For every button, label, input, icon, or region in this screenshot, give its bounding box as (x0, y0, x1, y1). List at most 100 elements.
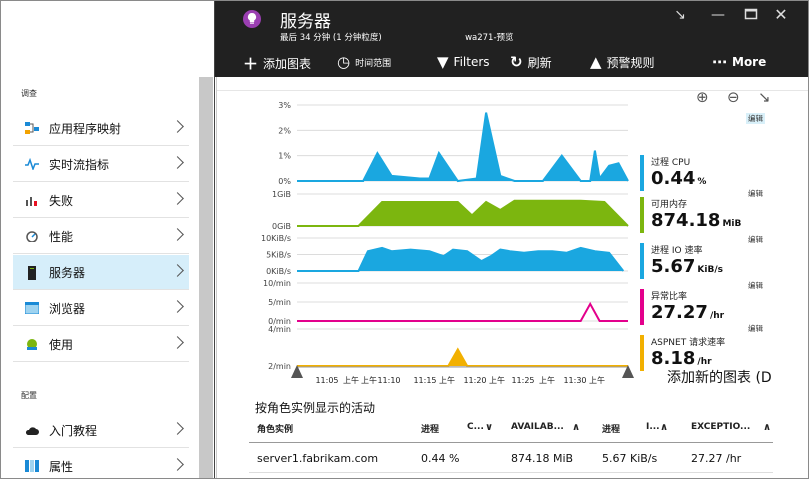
cell-exceptions: 27.27 /hr (691, 452, 742, 465)
x-tick-label: 11:05 (315, 376, 338, 385)
performance-icon (25, 230, 39, 243)
edit-link[interactable]: 编辑 (748, 280, 763, 291)
pin-icon[interactable]: ↘ (672, 7, 688, 23)
chevron-right-icon (173, 264, 183, 278)
sidebar-item-properties[interactable]: 属性 (13, 449, 189, 478)
tile-io-value-row: 5.67 KiB/s (651, 256, 723, 277)
sidebar-item-getting-started[interactable]: 入门教程 (13, 413, 189, 448)
chevron-right-icon (173, 422, 183, 436)
chevron-right-icon (173, 228, 183, 242)
clock-icon: ◷ (337, 53, 351, 71)
failures-icon (25, 194, 39, 206)
tile-memory-value: 874.18 (651, 210, 721, 231)
refresh-button[interactable]: ↻ 刷新 (510, 53, 552, 71)
app-map-icon (25, 122, 39, 134)
chevron-right-icon (173, 192, 183, 206)
tile-exceptions-value: 27.27 (651, 302, 708, 323)
cell-process-io: 5.67 KiB/s (602, 452, 658, 465)
cell-process-cpu: 0.44 % (421, 452, 460, 465)
metrics-chart[interactable]: 3% 2% 1% 0% 1GiB 0GiB 10KiB/s 5KiB/s 0KiB/s 10/mi… (217, 77, 809, 397)
y-tick-label: 10KiB/s (261, 234, 291, 243)
filters-button[interactable]: ▼ Filters (437, 53, 490, 71)
alert-rules-button[interactable]: ▲ 预警规则 (590, 53, 655, 71)
page-title: 服务器 (280, 12, 331, 32)
tile-cpu-value: 0.44 (651, 168, 696, 189)
y-tick-label: 5KiB/s (266, 251, 291, 260)
col-header-cpu[interactable]: C... (467, 422, 484, 432)
chevron-right-icon (173, 156, 183, 170)
edit-link[interactable]: 编辑 (748, 188, 763, 199)
sidebar-item-failures[interactable]: 失败 (13, 183, 189, 218)
col-header-available-memory[interactable]: AVAILAB... (511, 422, 564, 432)
col-header-exceptions[interactable]: EXCEPTIO... (691, 422, 750, 432)
tile-cpu-value-row: 0.44% (651, 168, 706, 189)
y-tick-label: 0% (278, 177, 291, 186)
y-tick-label: 2/min (268, 362, 291, 371)
sort-up-icon[interactable]: ∧ (572, 422, 580, 433)
tile-memory-value-row: 874.18 MiB (651, 210, 741, 231)
y-tick-label: 5/min (268, 298, 291, 307)
sidebar-item-servers[interactable]: 服务器 (13, 255, 189, 290)
refresh-icon: ↻ (510, 53, 523, 71)
col-header-process-cpu[interactable]: 进程 (421, 422, 439, 435)
col-header-process-io[interactable]: 进程 (602, 422, 620, 435)
sort-up-icon[interactable]: ∧ (660, 422, 668, 433)
table-header-divider (249, 442, 773, 443)
page-subtitle: 最后 34 分钟 (1 分钟粒度) wa271-预览 (280, 31, 518, 43)
tile-requests-bar (640, 335, 644, 371)
minimize-icon[interactable]: — (710, 7, 726, 23)
tile-io-value: 5.67 (651, 256, 696, 277)
add-chart-button[interactable]: ＋ 添加图表 (243, 53, 311, 74)
col-header-io[interactable]: I... (646, 422, 660, 432)
chevron-right-icon (173, 458, 183, 472)
y-tick-label: 0GiB (272, 222, 291, 231)
chevron-right-icon (173, 120, 183, 134)
x-tick-label: 上午 (589, 375, 605, 385)
x-tick-label: 上午 (361, 375, 377, 385)
series-line (297, 301, 628, 322)
cloud-icon (25, 424, 39, 436)
tile-requests-value-row: 8.18/hr (651, 348, 712, 369)
x-tick-label: 上午 (539, 375, 555, 385)
section-configure: 配置 (21, 391, 37, 400)
tile-io-unit: KiB/s (697, 265, 723, 275)
close-icon[interactable]: ✕ (773, 7, 789, 23)
sidebar-item-performance[interactable]: 性能 (13, 219, 189, 254)
live-stream-icon (25, 157, 39, 172)
tile-exceptions-value-row: 27.27/hr (651, 302, 724, 323)
maximize-icon[interactable] (743, 7, 759, 23)
sort-down-icon[interactable]: ∨ (485, 422, 493, 433)
x-tick-label: 上午 (439, 375, 455, 385)
time-range-button[interactable]: ◷ 时间范围 (337, 53, 391, 71)
series-area (297, 200, 628, 226)
tile-requests-unit: /hr (697, 357, 712, 367)
sidebar-item-browser[interactable]: 浏览器 (13, 291, 189, 326)
y-tick-label: 2% (278, 126, 291, 135)
cell-role-instance[interactable]: server1.fabrikam.com (257, 452, 378, 465)
toolbar: ＋ 添加图表 ◷ 时间范围 ▼ Filters ↻ 刷新 ▲ 预警规则 ⋯ Mo… (215, 47, 808, 75)
funnel-icon: ▼ (437, 53, 449, 71)
table-title: 按角色实例显示的活动 (255, 401, 376, 415)
edit-link[interactable]: 编辑 (748, 323, 763, 334)
sidebar-item-usage[interactable]: 使用 (13, 327, 189, 362)
chevron-right-icon (173, 336, 183, 350)
series-line (297, 112, 629, 183)
tile-exceptions-label: 异常比率 (651, 292, 688, 302)
more-button[interactable]: ⋯ More (712, 53, 766, 71)
blade-left-top (1, 1, 215, 77)
tile-exceptions-unit: /hr (709, 311, 725, 321)
sort-up-icon[interactable]: ∧ (763, 422, 771, 433)
col-header-role-instance[interactable]: 角色实例 (257, 422, 293, 435)
series-area (297, 112, 628, 181)
y-tick-label: 1% (278, 152, 291, 161)
add-new-chart-link[interactable]: 添加新的图表 (D (667, 367, 772, 387)
sidebar-item-app-map[interactable]: 应用程序映射 (13, 111, 189, 146)
sidebar-item-live-stream[interactable]: 实时流指标 (13, 147, 189, 182)
bell-icon: ▲ (590, 53, 602, 71)
app-window: 服务器 最后 34 分钟 (1 分钟粒度) wa271-预览 ↘ — ✕ ＋ 添… (0, 0, 809, 479)
tile-requests-value: 8.18 (651, 348, 696, 369)
edit-link[interactable]: 编辑 (748, 234, 763, 245)
ellipsis-icon: ⋯ (712, 53, 727, 71)
y-tick-label: 10/min (263, 279, 291, 288)
sidebar-scrollbar[interactable] (199, 77, 213, 478)
